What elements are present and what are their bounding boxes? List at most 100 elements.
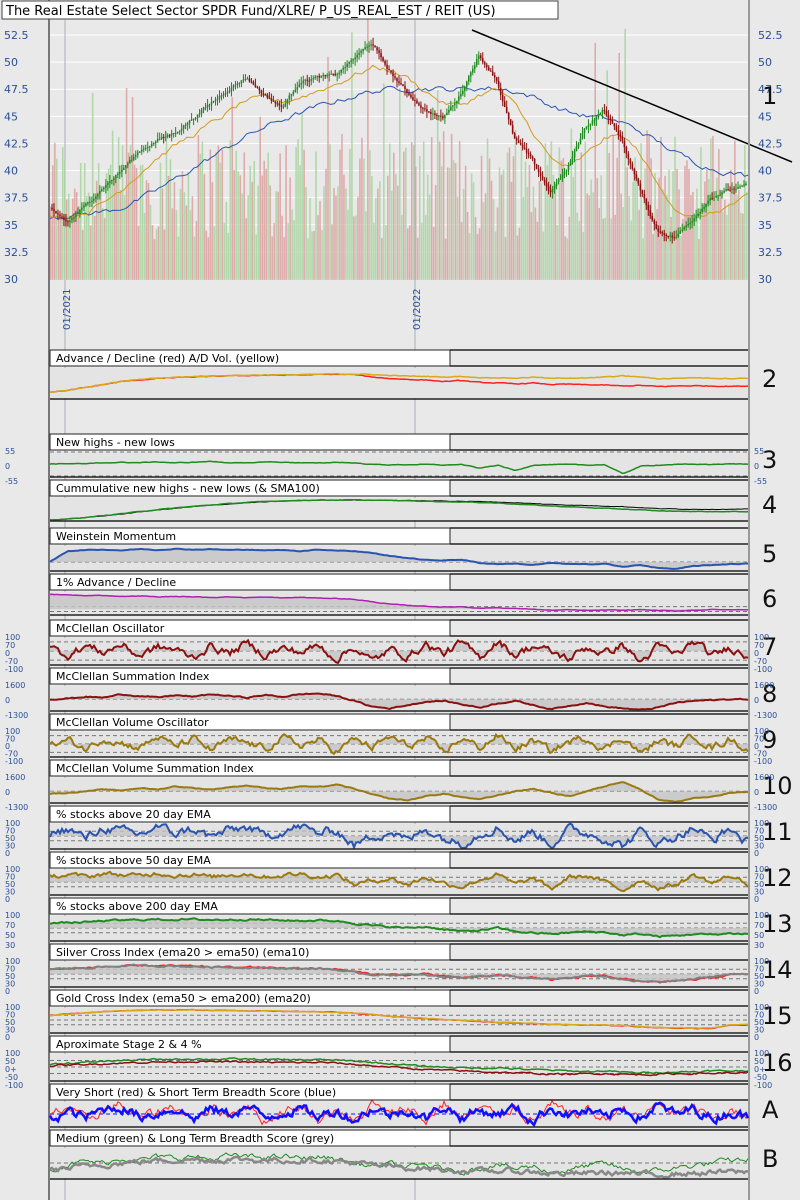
volume-bar <box>400 215 403 280</box>
volume-bar <box>474 216 477 280</box>
volume-bar <box>538 181 541 280</box>
candle-body <box>280 105 283 107</box>
volume-bar <box>153 239 156 280</box>
candle-body <box>436 114 438 116</box>
volume-bar <box>173 182 176 280</box>
volume-bar <box>602 218 605 280</box>
volume-bar <box>468 233 471 280</box>
candle-body <box>55 211 57 214</box>
candle-body <box>122 168 125 170</box>
candle-body <box>444 114 446 119</box>
volume-bar <box>606 70 609 281</box>
candle-body <box>368 45 370 47</box>
candle-body <box>340 69 342 73</box>
candle-body <box>268 97 271 99</box>
candle-body <box>711 198 713 200</box>
volume-bar <box>131 96 134 280</box>
volume-bar <box>317 215 319 280</box>
candle-body <box>713 197 715 199</box>
candle-body <box>483 62 486 65</box>
volume-bar <box>309 197 311 280</box>
volume-bar <box>462 189 465 280</box>
volume-bar <box>167 175 170 280</box>
candle-body <box>304 79 307 81</box>
candle-body <box>424 108 426 110</box>
volume-bar <box>520 147 523 280</box>
panel-label: % stocks above 20 day EMA <box>56 808 211 821</box>
volume-bar <box>159 162 162 280</box>
candle-body <box>91 200 93 202</box>
volume-bar <box>502 169 505 280</box>
candle-body <box>156 138 159 142</box>
candle-body <box>481 58 484 63</box>
panel-tick-right: -55 <box>754 477 767 486</box>
volume-bar <box>261 175 263 280</box>
volume-bar <box>385 225 387 280</box>
price-tick-right: 35 <box>758 219 772 232</box>
candle-body <box>384 60 386 65</box>
volume-bar <box>410 142 413 280</box>
candle-body <box>63 217 65 220</box>
candle-body <box>491 71 494 76</box>
volume-bar <box>696 188 698 280</box>
panel-tick-right: 30 <box>754 941 764 950</box>
volume-bar <box>245 218 248 280</box>
candle-body <box>282 106 285 108</box>
volume-bar <box>486 138 489 280</box>
volume-bar <box>135 167 138 280</box>
candle-body <box>200 110 203 114</box>
price-tick-right: 30 <box>758 273 772 286</box>
candle-body <box>306 79 309 81</box>
volume-bar <box>524 161 527 280</box>
panel-label: Cummulative new highs - new lows (& SMA1… <box>56 482 320 495</box>
volume-bar <box>508 147 511 280</box>
candle-body <box>286 99 289 104</box>
volume-bar <box>267 152 269 280</box>
candle-body <box>503 101 506 107</box>
candle-body <box>214 99 217 101</box>
volume-bar <box>197 135 200 280</box>
volume-bar <box>426 174 429 280</box>
volume-bar <box>189 210 192 280</box>
candle-body <box>448 110 450 113</box>
candle-body <box>248 78 251 82</box>
candle-body <box>432 113 434 115</box>
candle-body <box>216 98 219 100</box>
price-tick-left: 50 <box>4 56 18 69</box>
candle-body <box>332 73 334 75</box>
candle-body <box>591 120 594 124</box>
candle-body <box>89 201 91 203</box>
volume-bar <box>187 172 190 280</box>
candle-body <box>59 214 61 217</box>
volume-bar <box>710 138 712 280</box>
volume-bar <box>550 141 553 280</box>
price-tick-left: 42.5 <box>4 137 29 150</box>
volume-bar <box>440 166 443 280</box>
volume-bar <box>532 186 535 280</box>
volume-bar <box>253 161 256 280</box>
volume-bar <box>494 231 497 280</box>
volume-bar <box>57 218 60 280</box>
candle-body <box>77 212 79 215</box>
volume-bar <box>103 217 106 280</box>
candle-body <box>83 205 85 208</box>
candle-body <box>573 151 576 158</box>
volume-bar <box>377 188 379 280</box>
candle-body <box>511 125 514 134</box>
volume-bar <box>704 181 706 280</box>
volume-bar <box>478 228 481 280</box>
panel-tick-left: 0 <box>5 849 10 858</box>
volume-bar <box>219 162 222 280</box>
candle-body <box>519 142 522 145</box>
candle-body <box>134 154 137 157</box>
volume-bar <box>183 192 186 280</box>
candle-body <box>356 54 358 58</box>
candle-body <box>152 142 155 144</box>
volume-bar <box>87 192 90 280</box>
candle-body <box>454 103 456 106</box>
candle-body <box>224 93 227 95</box>
volume-bar <box>113 177 116 280</box>
volume-bar <box>147 183 150 280</box>
candle-body <box>366 46 368 48</box>
candle-body <box>180 128 183 131</box>
